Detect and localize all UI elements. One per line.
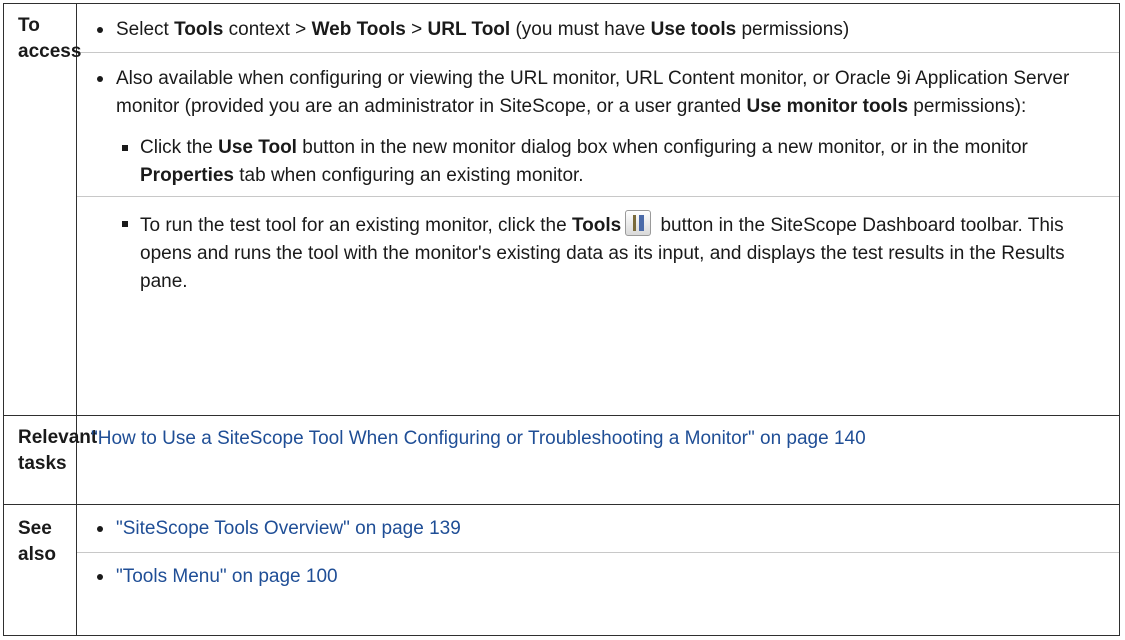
row-see-also: See also "SiteScope Tools Overview" on p… <box>3 504 1120 636</box>
bold-tools: Tools <box>571 215 622 236</box>
bullet-dot <box>97 76 103 82</box>
subbullet-run-test-tool: To run the test tool for an existing mon… <box>93 197 1109 296</box>
row-to-access: To access Select Tools context > Web Too… <box>3 3 1120 416</box>
bold-use-monitor-tools: Use monitor tools <box>746 96 909 117</box>
see-also-item: "SiteScope Tools Overview" on page 139 <box>93 505 1109 552</box>
link-how-to-use-tool[interactable]: "How to Use a SiteScope Tool When Config… <box>91 428 866 449</box>
access-cell: Select Tools context > Web Tools > URL T… <box>76 3 1120 416</box>
text: To run the test tool for an existing mon… <box>140 215 572 236</box>
text: Select <box>116 19 175 40</box>
subbullet-use-tool: Click the Use Tool button in the new mon… <box>93 121 1109 196</box>
text: tab when configuring an existing monitor… <box>233 165 584 186</box>
bold-web-tools: Web Tools <box>311 19 406 40</box>
bullet-square <box>122 221 128 227</box>
bullet-dot <box>97 574 103 580</box>
reference-table: To access Select Tools context > Web Too… <box>3 3 1120 636</box>
text: permissions): <box>908 96 1027 117</box>
tasks-cell: "How to Use a SiteScope Tool When Config… <box>76 415 1120 505</box>
tools-icon <box>625 210 652 236</box>
bullet-dot <box>97 526 103 532</box>
text: (you must have <box>510 19 651 40</box>
bold-use-tool: Use Tool <box>218 137 297 158</box>
see-also-cell: "SiteScope Tools Overview" on page 139 "… <box>76 504 1120 636</box>
text: context > <box>223 19 312 40</box>
bold-use-tools: Use tools <box>650 19 737 40</box>
bullet-also-available: Also available when configuring or viewi… <box>93 53 1109 121</box>
row-heading-to-access: To access <box>3 3 81 416</box>
bold-properties: Properties <box>140 165 234 186</box>
bullet-square <box>122 145 128 151</box>
bullet-select-tools: Select Tools context > Web Tools > URL T… <box>93 4 1109 52</box>
bold-tools: Tools <box>174 19 224 40</box>
bold-url-tool: URL Tool <box>427 19 511 40</box>
row-heading-relevant-tasks: Relevant tasks <box>3 415 97 505</box>
bullet-dot <box>97 27 103 33</box>
text: button in the new monitor dialog box whe… <box>296 137 1028 158</box>
row-heading-see-also: See also <box>3 504 77 636</box>
text: Click the <box>140 137 219 158</box>
link-tools-menu[interactable]: "Tools Menu" on page 100 <box>116 566 338 587</box>
text: > <box>405 19 428 40</box>
text: permissions) <box>736 19 850 40</box>
link-sitescope-tools-overview[interactable]: "SiteScope Tools Overview" on page 139 <box>116 518 461 539</box>
row-relevant-tasks: Relevant tasks "How to Use a SiteScope T… <box>3 415 1120 505</box>
see-also-item: "Tools Menu" on page 100 <box>93 553 1109 591</box>
